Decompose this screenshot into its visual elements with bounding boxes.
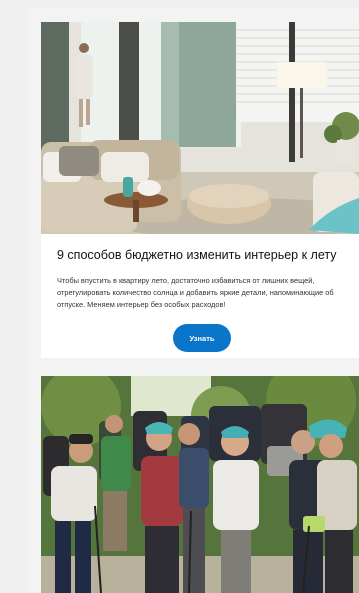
living-room-photo-illustration xyxy=(41,22,359,234)
article-title[interactable]: 9 способов бюджетно изменить интерьер к … xyxy=(57,247,357,263)
hikers-photo-illustration xyxy=(41,376,359,593)
article-card[interactable]: 9 способов бюджетно изменить интерьер к … xyxy=(41,22,359,358)
article-description: Чтобы впустить в квартиру лето, достаточ… xyxy=(57,276,334,309)
article-image-living-room[interactable] xyxy=(41,22,359,234)
article-feed: 9 способов бюджетно изменить интерьер к … xyxy=(27,8,359,593)
article-image-hikers[interactable] xyxy=(41,376,359,593)
article-card[interactable] xyxy=(41,376,359,593)
learn-more-button[interactable]: Узнать xyxy=(173,324,231,352)
